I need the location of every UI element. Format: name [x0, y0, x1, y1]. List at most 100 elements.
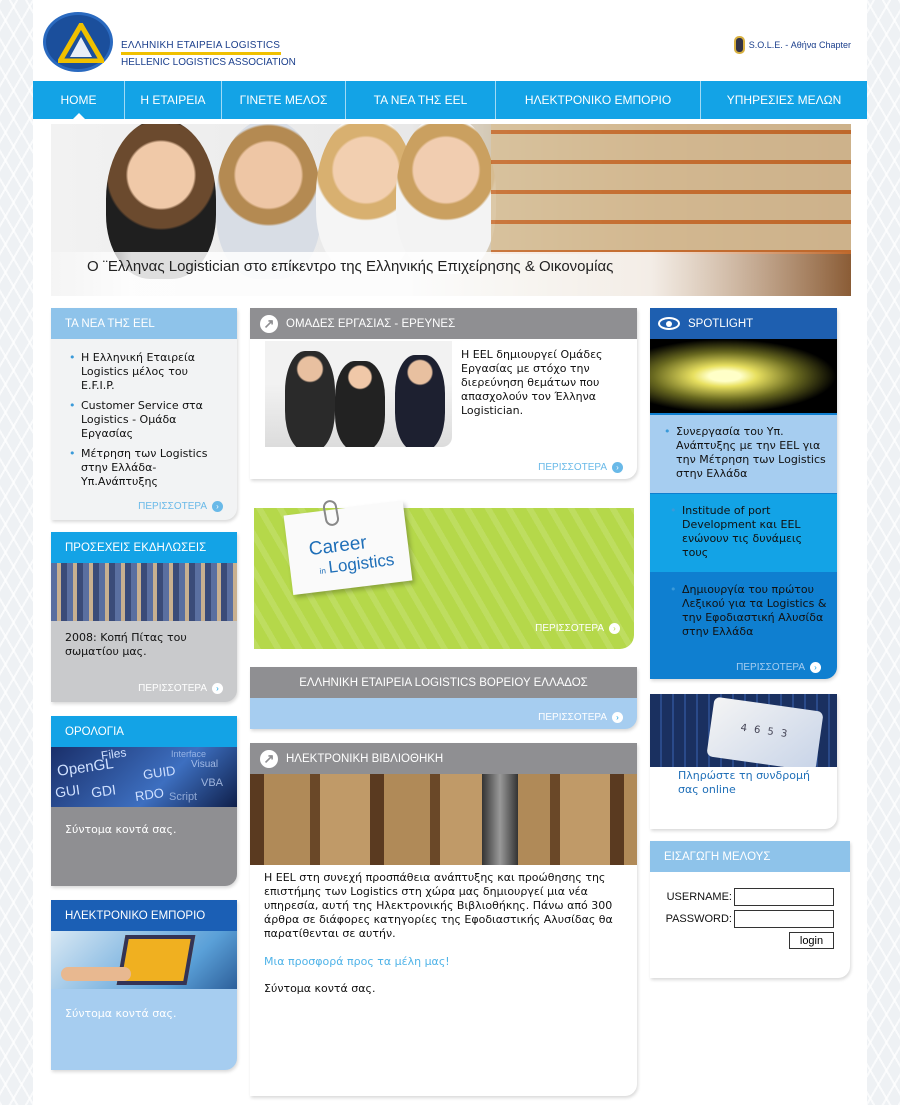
north-greece-box: ΕΛΛΗΝΙΚΗ ΕΤΑΙΡΕΙΑ LOGISTICS ΒΟΡΕΙΟΥ ΕΛΛΑ…: [250, 667, 637, 729]
events-box: ΠΡΟΣΕΧΕΙΣ ΕΚΔΗΛΩΣΕΙΣ 2008: Κοπή Πίτας το…: [51, 532, 237, 702]
nav-become-member[interactable]: ΓΙΝΕΤΕ ΜΕΛΟΣ: [222, 81, 346, 119]
news-item[interactable]: Customer Service στα Logistics - Ομάδα Ε…: [69, 399, 223, 441]
library-box: ↗ ΗΛΕΚΤΡΟΝΙΚΗ ΒΙΒΛΙΟΘΗΚΗ Η EEL στη συνεχ…: [250, 743, 637, 1096]
password-row: PASSWORD:: [650, 910, 834, 928]
groups-box-title: ΟΜΑΔΕΣ ΕΡΓΑΣΙΑΣ - ΕΡΕΥΝΕΣ: [286, 317, 456, 330]
terminology-word: GUI: [54, 781, 81, 801]
spotlight-image: [650, 339, 837, 413]
terminology-word: GUID: [142, 762, 177, 783]
north-greece-title-bar: ΕΛΛΗΝΙΚΗ ΕΤΑΙΡΕΙΑ LOGISTICS ΒΟΡΕΙΟΥ ΕΛΛΑ…: [250, 667, 637, 698]
ecommerce-text: Σύντομα κοντά σας.: [65, 1007, 177, 1020]
spotlight-item-2[interactable]: Institude of port Development και EEL εν…: [650, 494, 837, 572]
payment-text[interactable]: Πληρώστε τη συνδρομή σας online: [650, 767, 837, 797]
nav-member-services[interactable]: ΥΠΗΡΕΣΙΕΣ ΜΕΛΩΝ: [701, 81, 867, 119]
groups-image: [265, 341, 452, 447]
password-input[interactable]: [734, 910, 834, 928]
library-soon-text: Σύντομα κοντά σας.: [264, 982, 376, 995]
news-item[interactable]: Μέτρηση των Logistics στην Ελλάδα- Υπ.Αν…: [69, 447, 223, 489]
nav-member-services-label: ΥΠΗΡΕΣΙΕΣ ΜΕΛΩΝ: [726, 93, 842, 107]
news-item[interactable]: Η Ελληνική Εταιρεία Logistics μέλος του …: [69, 351, 223, 393]
library-title-bar: ↗ ΗΛΕΚΤΡΟΝΙΚΗ ΒΙΒΛΙΟΘΗΚΗ: [250, 743, 637, 774]
groups-box: ↗ ΟΜΑΔΕΣ ΕΡΓΑΣΙΑΣ - ΕΡΕΥΝΕΣ Η EEL δημιου…: [250, 308, 637, 479]
terminology-box-title: ΟΡΟΛΟΓΙΑ: [51, 716, 237, 747]
events-text[interactable]: 2008: Κοπή Πίτας του σωματίου μας.: [51, 621, 237, 669]
payment-box[interactable]: 4 6 5 3 Πληρώστε τη συνδρομή σας online: [650, 694, 837, 829]
site-logo[interactable]: ΕΛΛΗΝΙΚΗ ΕΤΑΙΡΕΙΑ LOGISTICS HELLENIC LOG…: [43, 10, 296, 74]
groups-more-label: ΠΕΡΙΣΣΟΤΕΡΑ: [538, 462, 607, 473]
nav-ecommerce[interactable]: ΗΛΕΚΤΡΟΝΙΚΟ ΕΜΠΟΡΙΟ: [496, 81, 701, 119]
card-number: 4 6 5 3: [739, 722, 790, 741]
events-box-title: ΠΡΟΣΕΧΕΙΣ ΕΚΔΗΛΩΣΕΙΣ: [51, 532, 237, 563]
nav-company[interactable]: Η ΕΤΑΙΡΕΙΑ: [125, 81, 222, 119]
terminology-word: OpenGL: [56, 755, 115, 780]
north-greece-more-link[interactable]: ΠΕΡΙΣΣΟΤΕΡΑ ›: [538, 712, 623, 723]
spotlight-item-text: Συνεργασία του Υπ. Ανάπτυξης με την EEL …: [664, 425, 827, 481]
spotlight-item-1[interactable]: Συνεργασία του Υπ. Ανάπτυξης με την EEL …: [650, 415, 837, 493]
eye-icon: [658, 317, 680, 330]
terminology-word: VBA: [201, 777, 224, 789]
news-more-link[interactable]: ΠΕΡΙΣΣΟΤΕΡΑ ›: [138, 501, 223, 512]
spotlight-title: SPOTLIGHT: [688, 317, 754, 330]
news-list: Η Ελληνική Εταιρεία Logistics μέλος του …: [51, 339, 237, 489]
logo-emblem: [43, 12, 113, 72]
nav-ecommerce-label: ΗΛΕΚΤΡΟΝΙΚΟ ΕΜΠΟΡΙΟ: [524, 93, 672, 107]
spotlight-item-text: Institude of port Development και EEL εν…: [670, 504, 827, 560]
events-image: [51, 563, 237, 621]
login-button[interactable]: login: [789, 932, 834, 949]
sole-emblem-icon: [733, 36, 745, 54]
groups-text: Η EEL δημιουργεί Ομάδες Εργασίας με στόχ…: [461, 348, 603, 417]
terminology-word: RDO: [134, 785, 165, 804]
spotlight-title-bar: SPOTLIGHT: [650, 308, 837, 339]
nav-home[interactable]: HOME: [33, 81, 125, 119]
login-button-row: login: [650, 932, 834, 949]
hero-banner: Ο ¨Ελληνας Logistician στο επίκεντρο της…: [51, 124, 851, 296]
terminology-word: Interface: [171, 749, 207, 759]
arrow-right-icon: ›: [609, 623, 620, 634]
nav-home-label: HOME: [60, 93, 97, 107]
spotlight-more-link[interactable]: ΠΕΡΙΣΣΟΤΕΡΑ ›: [736, 662, 821, 673]
career-more-link[interactable]: ΠΕΡΙΣΣΟΤΕΡΑ ›: [535, 623, 620, 634]
groups-person: [395, 355, 445, 447]
terminology-text: Σύντομα κοντά σας.: [65, 823, 177, 836]
password-label: PASSWORD:: [665, 913, 732, 925]
logo-title-english: HELLENIC LOGISTICS ASSOCIATION: [121, 57, 296, 68]
news-box-title: ΤΑ ΝΕΑ ΤΗΣ EEL: [51, 308, 237, 339]
events-more-link[interactable]: ΠΕΡΙΣΣΟΤΕΡΑ ›: [138, 683, 223, 694]
arrow-right-icon: ›: [212, 683, 223, 694]
library-offer-link[interactable]: Μια προσφορά προς τα μέλη μας!: [250, 941, 637, 968]
career-banner[interactable]: Career in Logistics ΠΕΡΙΣΣΟΤΕΡΑ ›: [254, 498, 634, 650]
north-greece-title: ΕΛΛΗΝΙΚΗ ΕΤΑΙΡΕΙΑ LOGISTICS ΒΟΡΕΙΟΥ ΕΛΛΑ…: [299, 676, 588, 689]
spotlight-item-3[interactable]: Δημιουργία του πρώτου Λεξικού για τα Log…: [650, 573, 837, 649]
library-image: [250, 774, 637, 865]
main-nav: HOME Η ΕΤΑΙΡΕΙΑ ΓΙΝΕΤΕ ΜΕΛΟΣ ΤΑ ΝΕΑ ΤΗΣ …: [33, 81, 867, 119]
arrow-up-right-icon: ↗: [260, 314, 278, 333]
sole-label: S.O.L.E. - Αθήνα Chapter: [748, 40, 851, 50]
sole-chapter-link[interactable]: S.O.L.E. - Αθήνα Chapter: [733, 36, 851, 54]
nav-eel-news[interactable]: ΤΑ ΝΕΑ ΤΗΣ EEL: [346, 81, 496, 119]
events-more-label: ΠΕΡΙΣΣΟΤΕΡΑ: [138, 683, 207, 694]
arrow-right-icon: ›: [612, 712, 623, 723]
arrow-right-icon: ›: [612, 462, 623, 473]
spotlight-box: SPOTLIGHT Συνεργασία του Υπ. Ανάπτυξης μ…: [650, 308, 837, 679]
logo-title-greek: ΕΛΛΗΝΙΚΗ ΕΤΑΙΡΕΙΑ LOGISTICS: [121, 40, 281, 51]
username-input[interactable]: [734, 888, 834, 906]
career-more-label: ΠΕΡΙΣΣΟΤΕΡΑ: [535, 623, 604, 634]
logo-underline: [121, 52, 281, 55]
login-box: ΕΙΣΑΓΩΓΗ ΜΕΛΟΥΣ USERNAME: PASSWORD: logi…: [650, 841, 850, 978]
credit-card-image: 4 6 5 3: [650, 694, 837, 767]
login-form: USERNAME: PASSWORD: login: [650, 872, 850, 949]
nav-become-member-label: ΓΙΝΕΤΕ ΜΕΛΟΣ: [239, 93, 328, 107]
nav-eel-news-label: ΤΑ ΝΕΑ ΤΗΣ EEL: [373, 93, 468, 107]
groups-more-link[interactable]: ΠΕΡΙΣΣΟΤΕΡΑ ›: [538, 462, 623, 473]
terminology-word: Visual: [191, 759, 219, 770]
terminology-word: GDI: [90, 781, 117, 801]
spotlight-item-text: Δημιουργία του πρώτου Λεξικού για τα Log…: [670, 583, 827, 639]
news-box: ΤΑ ΝΕΑ ΤΗΣ EEL Η Ελληνική Εταιρεία Logis…: [51, 308, 237, 520]
username-row: USERNAME:: [650, 888, 834, 906]
library-dial: [482, 774, 518, 865]
terminology-word: Script: [169, 791, 198, 803]
groups-box-title-bar: ↗ ΟΜΑΔΕΣ ΕΡΓΑΣΙΑΣ - ΕΡΕΥΝΕΣ: [250, 308, 637, 339]
library-text: Η EEL στη συνεχή προσπάθεια ανάπτυξης κα…: [264, 871, 613, 940]
banner-caption: Ο ¨Ελληνας Logistician στο επίκεντρο της…: [87, 258, 614, 275]
arrow-right-icon: ›: [810, 662, 821, 673]
